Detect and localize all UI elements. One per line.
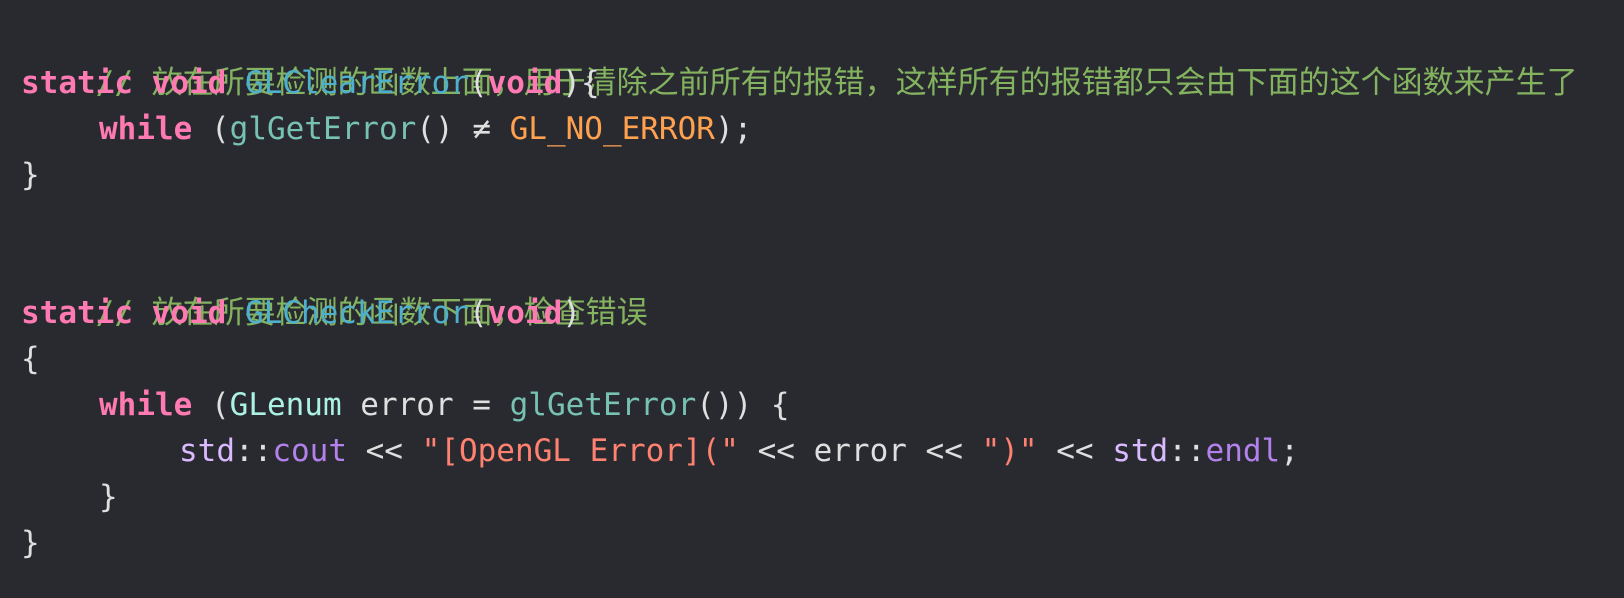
- code-line-clear-fn-close: }: [21, 152, 1624, 198]
- string-literal: ")": [981, 433, 1038, 469]
- function-name: GLClearError: [244, 65, 469, 101]
- punctuation: (: [192, 111, 230, 147]
- punctuation: );: [714, 111, 753, 147]
- namespace: std: [1112, 433, 1169, 469]
- function-call: glGetError: [229, 111, 417, 147]
- keyword-while: while: [99, 387, 193, 423]
- punctuation: (: [192, 387, 230, 423]
- code-line-check-fn-inner-close: }: [21, 474, 1624, 520]
- keyword-void: void: [151, 295, 227, 331]
- library-member: endl: [1205, 433, 1281, 469]
- function-name: GLCheckError: [244, 295, 469, 331]
- opening-brace: {: [21, 341, 40, 377]
- operator: << error <<: [738, 433, 982, 469]
- closing-brace: }: [99, 479, 118, 515]
- punctuation: (: [468, 295, 488, 331]
- closing-brace: }: [21, 525, 40, 561]
- scope-operator: ::: [1168, 433, 1206, 469]
- string-literal: "[OpenGL Error](": [421, 433, 739, 469]
- function-call: glGetError: [509, 387, 697, 423]
- code-line-check-fn-while: while (GLenum error = glGetError()) {: [21, 382, 1624, 428]
- namespace: std: [179, 433, 235, 469]
- closing-brace: }: [21, 157, 40, 193]
- punctuation: (: [468, 65, 488, 101]
- code-line-check-fn-cout: std::cout << "[OpenGL Error](" << error …: [21, 428, 1624, 474]
- operator: ≠: [453, 111, 510, 147]
- keyword-while: while: [99, 111, 193, 147]
- operator: <<: [346, 433, 422, 469]
- punctuation: ()) {: [696, 387, 790, 423]
- punctuation: ){: [562, 65, 600, 101]
- punctuation: (): [416, 111, 454, 147]
- type-name: GLenum: [229, 387, 342, 423]
- scope-operator: ::: [235, 433, 273, 469]
- code-editor[interactable]: // 放在所要检测的函数上面，用于清除之前所有的报错，这样所有的报错都只会由下面…: [0, 0, 1624, 598]
- code-line-check-fn-open: {: [21, 336, 1624, 382]
- keyword-static: static: [21, 295, 133, 331]
- punctuation: ): [562, 295, 581, 331]
- macro-constant: GL_NO_ERROR: [509, 111, 715, 147]
- keyword-void: void: [151, 65, 227, 101]
- assignment: error =: [341, 387, 510, 423]
- code-line-check-fn-close: }: [21, 520, 1624, 566]
- code-line-clear-fn-while: while (glGetError() ≠ GL_NO_ERROR);: [21, 106, 1624, 152]
- keyword-void: void: [487, 65, 563, 101]
- code-line-comment-1: // 放在所要检测的函数上面，用于清除之前所有的报错，这样所有的报错都只会由下面…: [21, 14, 1624, 101]
- keyword-void: void: [487, 295, 563, 331]
- code-line-comment-2: // 放在所要检测的函数下面，检查错误: [21, 244, 1624, 331]
- library-member: cout: [272, 433, 347, 469]
- code-line-check-fn-signature: static void GLCheckError(void): [21, 290, 1624, 336]
- operator: <<: [1037, 433, 1113, 469]
- punctuation: ;: [1280, 433, 1299, 469]
- keyword-static: static: [21, 65, 133, 101]
